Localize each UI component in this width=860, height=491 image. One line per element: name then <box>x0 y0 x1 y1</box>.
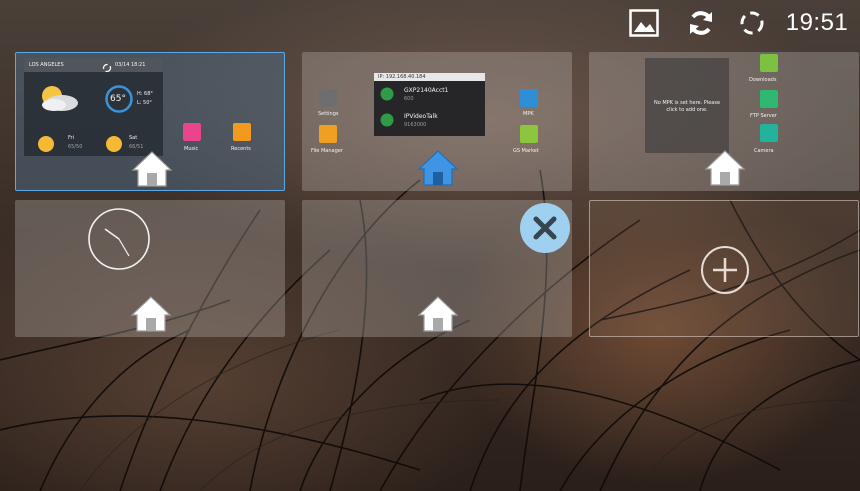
refresh-icon <box>102 60 112 78</box>
downloads-app-icon <box>760 54 778 72</box>
analog-clock-widget <box>86 206 152 277</box>
ftp-server-app-label: FTP Server <box>750 113 777 119</box>
add-screen-tile[interactable] <box>589 200 859 337</box>
current-temperature: 65° <box>110 94 126 104</box>
file-manager-app-label: File Manager <box>311 148 343 154</box>
sip-accounts-widget: IP: 192.168.40.184 GXP2140Acct1 600 IPVi… <box>374 73 485 136</box>
gs-market-app-icon <box>520 125 538 143</box>
forecast-range-1: 65/50 <box>68 144 83 150</box>
weather-date: 03/14 18:21 <box>115 62 146 68</box>
settings-app-label: Settings <box>318 111 339 117</box>
camera-app-icon <box>760 124 778 142</box>
sync-icon[interactable] <box>684 8 718 38</box>
weather-widget: LOS ANGELES 03/14 18:21 65° H: 68° L: 50… <box>24 58 163 156</box>
account-2-number: 9163000 <box>404 122 427 128</box>
account-1-name: GXP2140Acct1 <box>404 87 449 94</box>
high-temperature: H: 68° <box>137 91 153 97</box>
image-icon[interactable] <box>628 8 660 38</box>
close-icon[interactable] <box>519 202 571 254</box>
weather-city: LOS ANGELES <box>29 62 64 68</box>
account-1-number: 600 <box>404 96 414 102</box>
home-icon[interactable] <box>417 294 459 334</box>
mpk-app-label: MPK <box>523 111 534 117</box>
settings-app-icon <box>319 89 337 107</box>
mpk-app-icon <box>520 89 538 107</box>
mpk-note-text: No MPK is set here. Please click to add … <box>653 100 721 113</box>
forecast-day-2: Sat <box>129 135 138 141</box>
home-screen-2[interactable]: Settings File Manager IP: 192.168.40.184… <box>302 52 572 191</box>
forecast-day-1: Fri <box>68 135 74 141</box>
account-2-name: IPVideoTalk <box>404 113 438 120</box>
music-app-label: Music <box>184 146 199 152</box>
home-screen-4[interactable] <box>15 200 285 337</box>
downloads-app-label: Downloads <box>749 77 777 83</box>
plus-icon[interactable] <box>700 245 750 300</box>
account-status-icon <box>380 113 394 132</box>
home-screen-3[interactable]: No MPK is set here. Please click to add … <box>589 52 859 191</box>
home-icon[interactable] <box>130 294 172 334</box>
sun-icon <box>36 134 56 159</box>
loading-icon <box>736 8 768 38</box>
remove-screen-button[interactable] <box>519 202 571 254</box>
recents-app-icon <box>233 123 251 141</box>
file-manager-app-icon <box>319 125 337 143</box>
gs-market-app-label: GS Market <box>513 148 539 154</box>
mpk-empty-note: No MPK is set here. Please click to add … <box>645 58 729 153</box>
home-screen-1[interactable]: LOS ANGELES 03/14 18:21 65° H: 68° L: 50… <box>15 52 285 191</box>
ip-address: IP: 192.168.40.184 <box>378 74 426 80</box>
account-status-icon <box>380 87 394 106</box>
camera-app-label: Camera <box>754 148 774 154</box>
home-icon[interactable] <box>131 149 173 189</box>
recents-app-label: Recents <box>231 146 251 152</box>
music-app-icon <box>183 123 201 141</box>
low-temperature: L: 50° <box>137 100 152 106</box>
ftp-server-app-icon <box>760 90 778 108</box>
clock: 19:51 <box>785 9 849 36</box>
home-icon[interactable] <box>704 148 746 188</box>
sun-icon <box>104 134 124 159</box>
partly-sunny-icon <box>36 80 80 119</box>
status-bar: 19:51 <box>0 0 860 44</box>
home-icon[interactable] <box>417 148 459 188</box>
